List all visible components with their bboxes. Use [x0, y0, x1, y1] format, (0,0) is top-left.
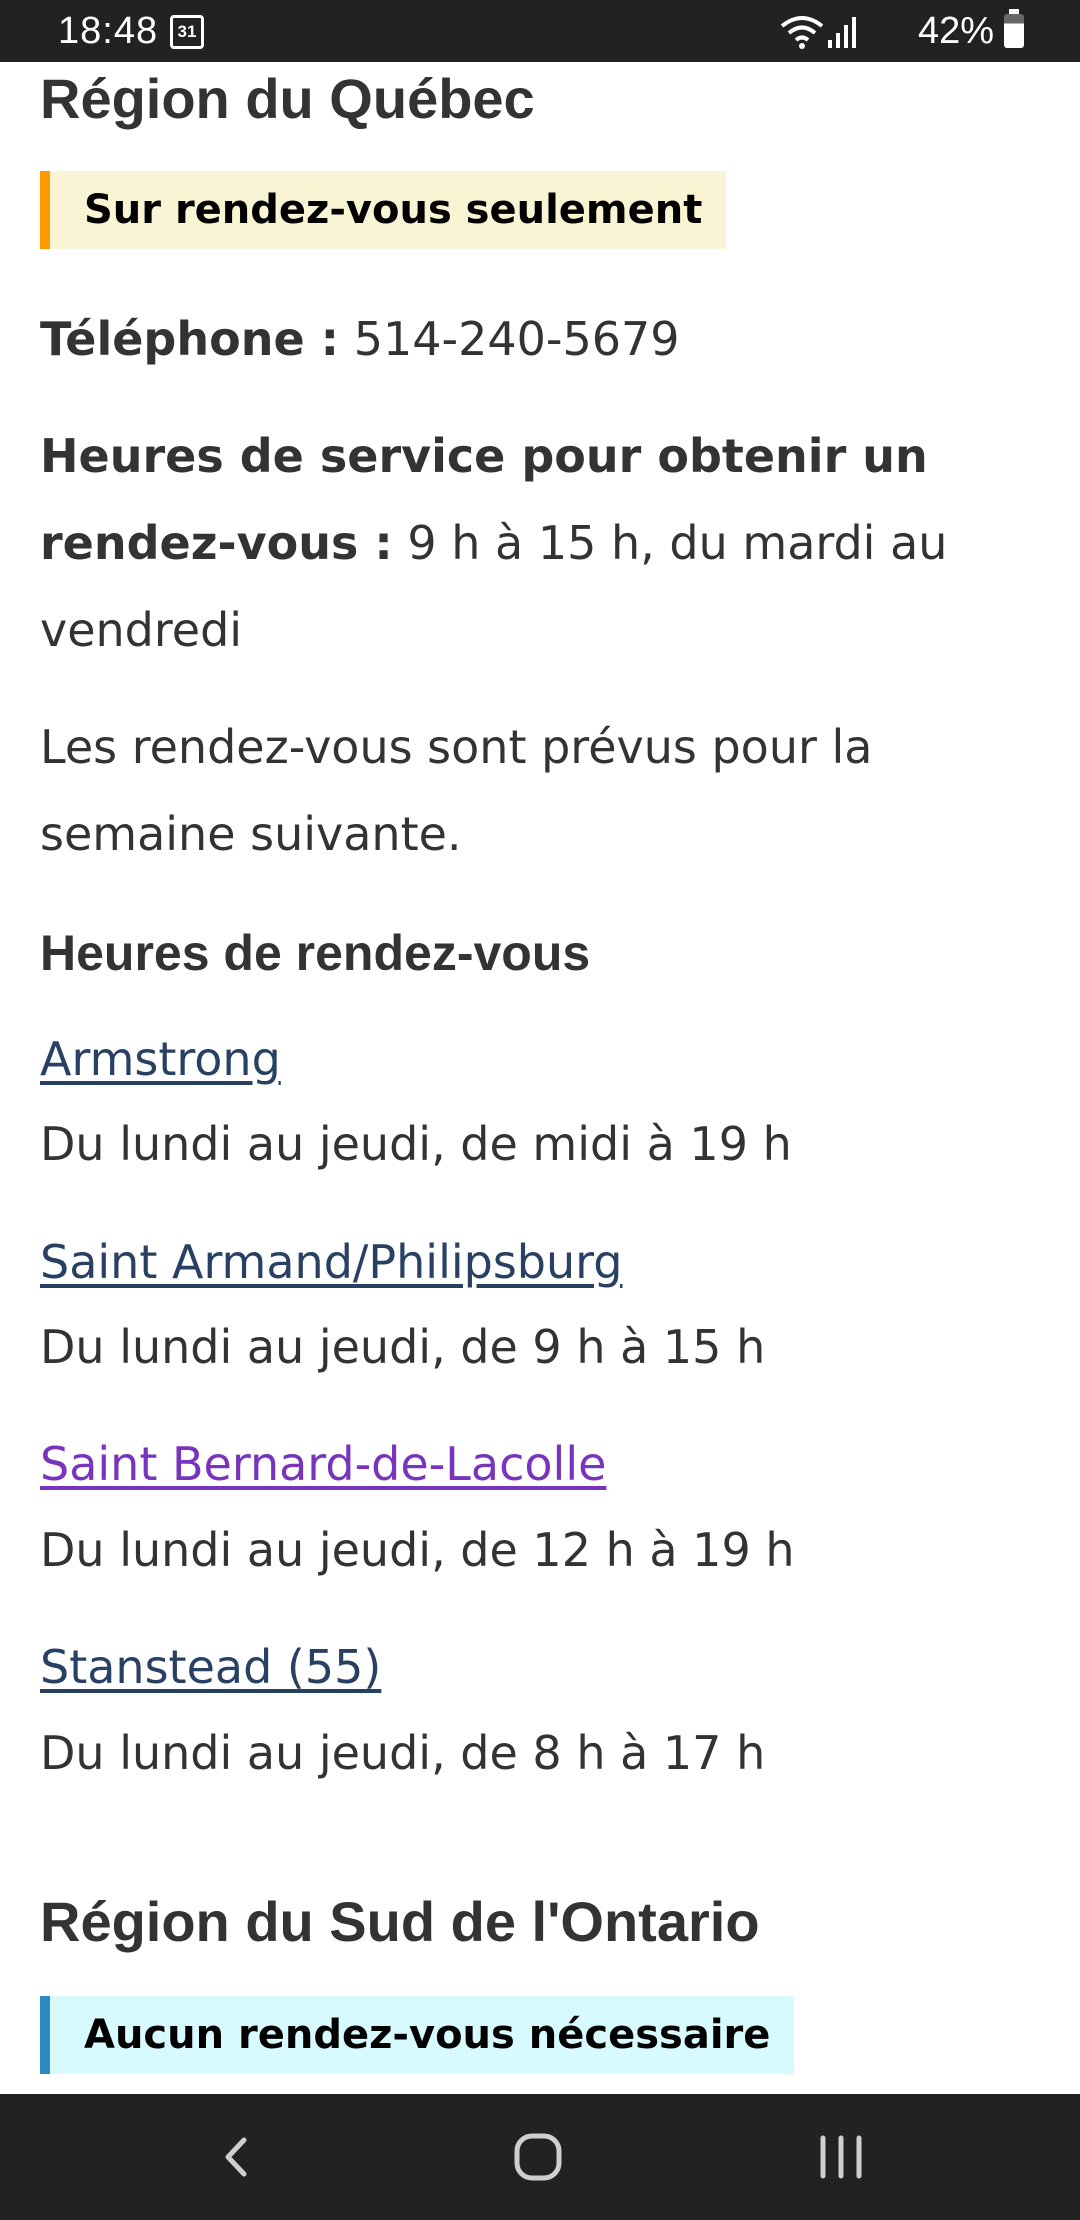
page-content: Région du Québec Sur rendez-vous seuleme…: [0, 62, 1080, 2094]
quebec-region-heading: Région du Québec: [40, 67, 535, 130]
status-time: 18:48: [58, 10, 159, 52]
appointment-note: Les rendez-vous sont prévus pour la sema…: [40, 720, 873, 861]
service-hours: Heures de service pour obtenir un rendez…: [40, 413, 1050, 674]
battery-percentage: 42%: [917, 10, 994, 52]
phone-label: Téléphone :: [40, 312, 340, 366]
wifi-icon: [780, 16, 824, 49]
status-indicators: 42%: [764, 9, 1024, 54]
navigation-bar: [0, 2094, 1080, 2220]
status-bar: 18:48 31 42%: [0, 0, 1080, 62]
signal-icon: [828, 17, 856, 48]
calendar-icon: 31: [170, 15, 204, 49]
phone-link[interactable]: 514-240-5679: [354, 312, 680, 366]
ontario-region-heading: Région du Sud de l'Ontario: [40, 1890, 760, 1953]
office-hours-stanstead: Du lundi au jeudi, de 8 h à 17 h: [40, 1726, 766, 1780]
office-hours-saint-bernard: Du lundi au jeudi, de 12 h à 19 h: [40, 1523, 795, 1577]
recent-apps-icon[interactable]: [806, 2124, 876, 2190]
office-link-stanstead[interactable]: Stanstead (55): [40, 1640, 381, 1694]
appointment-only-badge: Sur rendez-vous seulement: [40, 171, 727, 249]
battery-icon: [1004, 9, 1024, 48]
home-icon[interactable]: [503, 2124, 573, 2190]
office-link-armstrong[interactable]: Armstrong: [40, 1032, 281, 1086]
no-appointment-badge: Aucun rendez-vous nécessaire: [40, 1996, 795, 2074]
appointment-hours-heading: Heures de rendez-vous: [40, 925, 591, 981]
office-hours-saint-armand: Du lundi au jeudi, de 9 h à 15 h: [40, 1320, 766, 1374]
office-link-saint-bernard[interactable]: Saint Bernard-de-Lacolle: [40, 1437, 606, 1491]
office-link-saint-armand[interactable]: Saint Armand/Philipsburg: [40, 1235, 622, 1289]
phone-line: Téléphone : 514-240-5679: [40, 296, 1050, 383]
back-icon[interactable]: [202, 2124, 272, 2190]
office-hours-armstrong: Du lundi au jeudi, de midi à 19 h: [40, 1117, 792, 1171]
